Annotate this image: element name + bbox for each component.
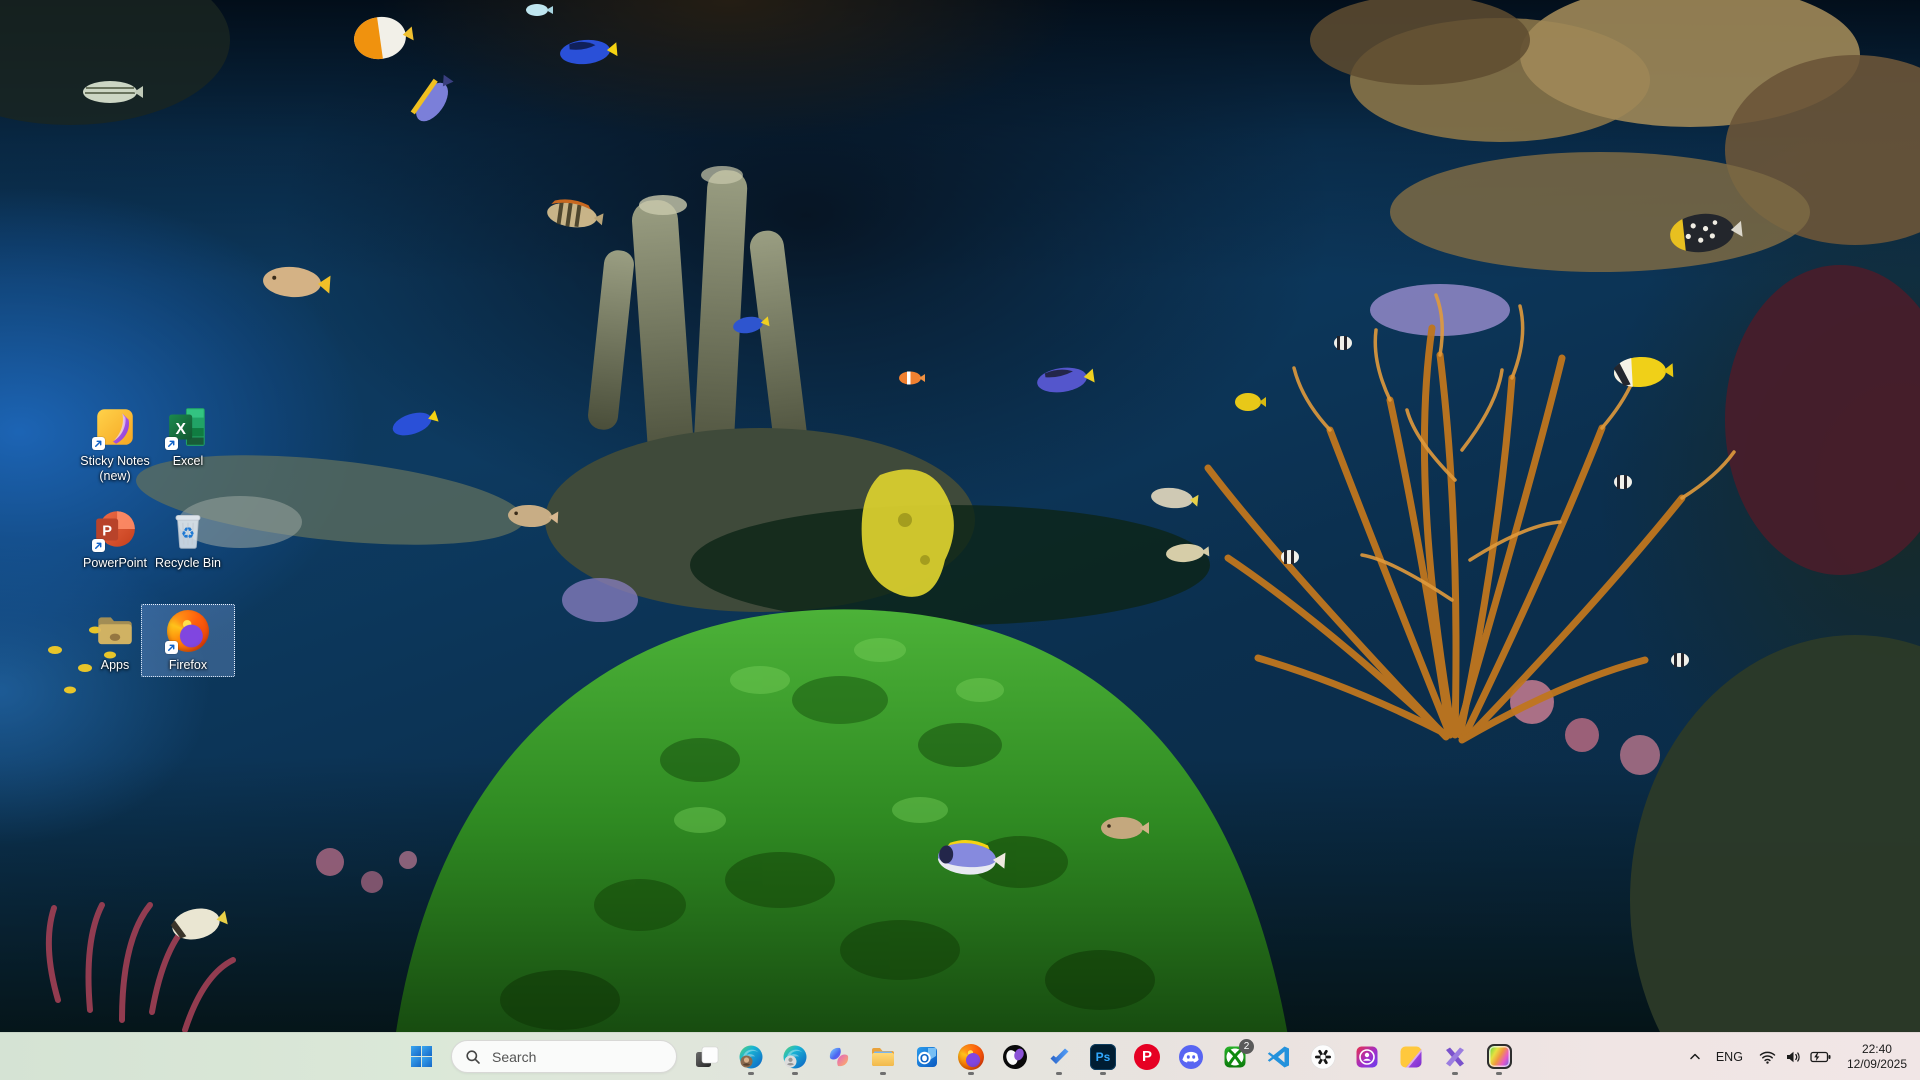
- desktop-icon-label: Excel: [173, 454, 204, 469]
- running-indicator: [792, 1072, 798, 1075]
- search-box[interactable]: [451, 1040, 677, 1073]
- running-indicator: [968, 1072, 974, 1075]
- sticky-notes-app-icon: [91, 403, 139, 451]
- excel-app-icon: X: [164, 403, 212, 451]
- desktop-icon-firefox[interactable]: Firefox: [141, 604, 235, 677]
- taskbar-photoshop-button[interactable]: Ps: [1083, 1037, 1123, 1077]
- tray-overflow-button[interactable]: [1683, 1037, 1707, 1077]
- desktop-icon-recycle-bin[interactable]: ♻ Recycle Bin: [141, 502, 235, 575]
- chevron-up-icon: [1688, 1050, 1702, 1063]
- clock[interactable]: 22:40 12/09/2025: [1840, 1037, 1914, 1077]
- taskbar-file-explorer-button[interactable]: [863, 1037, 903, 1077]
- outlook-icon: O: [914, 1044, 940, 1070]
- taskbar-outlook-button[interactable]: O: [907, 1037, 947, 1077]
- shortcut-arrow-icon: [165, 437, 178, 450]
- taskbar-task-view-button[interactable]: [687, 1037, 727, 1077]
- taskbar: O Ps P 2: [0, 1032, 1920, 1080]
- shortcut-arrow-icon: [92, 539, 105, 552]
- taskbar-discord-button[interactable]: [1171, 1037, 1211, 1077]
- taskbar-ai-assistant-button[interactable]: [1347, 1037, 1387, 1077]
- tray-time: 22:40: [1862, 1042, 1892, 1057]
- ai-assistant-icon: [1354, 1044, 1380, 1070]
- powerpoint-app-icon: P: [91, 505, 139, 553]
- desktop-icon-label: Apps: [101, 658, 130, 673]
- apps-folder-icon: [91, 607, 139, 655]
- start-button[interactable]: [401, 1037, 441, 1077]
- running-indicator: [1452, 1072, 1458, 1075]
- taskbar-dark-circle-app-button[interactable]: [995, 1037, 1035, 1077]
- xbox-notification-badge: 2: [1239, 1039, 1254, 1054]
- discord-icon: [1178, 1044, 1204, 1070]
- running-indicator: [880, 1072, 886, 1075]
- taskbar-lively-wallpaper-button[interactable]: [1479, 1037, 1519, 1077]
- taskbar-pinterest-button[interactable]: P: [1127, 1037, 1167, 1077]
- file-explorer-icon: [870, 1044, 896, 1070]
- aquarium-scene: [0, 0, 1920, 1080]
- running-indicator: [748, 1072, 754, 1075]
- edge-browser-icon: [738, 1044, 764, 1070]
- windows-logo-icon: [408, 1044, 434, 1070]
- desktop-wallpaper: [0, 0, 1920, 1080]
- vscode-icon: [1266, 1044, 1292, 1070]
- firefox-logo-icon: [164, 607, 212, 655]
- copilot-icon: [826, 1044, 852, 1070]
- chatgpt-icon: [1310, 1044, 1336, 1070]
- taskbar-vscode-button[interactable]: [1259, 1037, 1299, 1077]
- desktop-icon-label: Firefox: [169, 658, 207, 673]
- taskbar-todo-button[interactable]: [1039, 1037, 1079, 1077]
- photoshop-icon: Ps: [1090, 1044, 1116, 1070]
- dark-circle-app-icon: [1002, 1044, 1028, 1070]
- taskbar-firefox-button[interactable]: [951, 1037, 991, 1077]
- shortcut-arrow-icon: [92, 437, 105, 450]
- taskbar-edge-profile1-button[interactable]: [731, 1037, 771, 1077]
- language-button[interactable]: ENG: [1709, 1037, 1750, 1077]
- language-label: ENG: [1716, 1050, 1743, 1064]
- svg-text:O: O: [920, 1051, 929, 1065]
- desktop-icon-excel[interactable]: X Excel: [141, 400, 235, 473]
- running-indicator: [1496, 1072, 1502, 1075]
- search-icon: [465, 1049, 481, 1065]
- desktop-icon-label: Recycle Bin: [155, 556, 221, 571]
- system-tray: ENG 22:40 12/09/2025: [1683, 1033, 1914, 1080]
- taskbar-xbox-button[interactable]: 2: [1215, 1037, 1255, 1077]
- taskbar-visual-studio-button[interactable]: [1435, 1037, 1475, 1077]
- running-indicator: [1100, 1072, 1106, 1075]
- wifi-icon: [1759, 1050, 1776, 1064]
- search-input[interactable]: [490, 1048, 654, 1066]
- taskbar-copilot-button[interactable]: [819, 1037, 859, 1077]
- battery-charging-icon: [1810, 1051, 1831, 1063]
- volume-icon: [1785, 1050, 1801, 1064]
- svg-text:X: X: [175, 421, 186, 438]
- svg-text:P: P: [102, 523, 112, 539]
- svg-text:♻: ♻: [181, 523, 195, 542]
- lively-wallpaper-icon: [1487, 1044, 1512, 1069]
- shortcut-arrow-icon: [165, 641, 178, 654]
- edge-browser-icon: [782, 1044, 808, 1070]
- pinterest-icon: P: [1134, 1044, 1160, 1070]
- task-view-icon: [694, 1044, 720, 1070]
- running-indicator: [1056, 1072, 1062, 1075]
- sticky-notes-icon: [1398, 1044, 1424, 1070]
- taskbar-chatgpt-button[interactable]: [1303, 1037, 1343, 1077]
- recycle-bin-icon: ♻: [164, 505, 212, 553]
- quick-settings-button[interactable]: [1752, 1037, 1838, 1077]
- tray-date: 12/09/2025: [1847, 1057, 1907, 1072]
- desktop-icon-label: PowerPoint: [83, 556, 147, 571]
- taskbar-edge-profile2-button[interactable]: [775, 1037, 815, 1077]
- visual-studio-icon: [1442, 1044, 1468, 1070]
- firefox-icon: [958, 1044, 984, 1070]
- taskbar-sticky-notes-button[interactable]: [1391, 1037, 1431, 1077]
- microsoft-todo-icon: [1046, 1044, 1072, 1070]
